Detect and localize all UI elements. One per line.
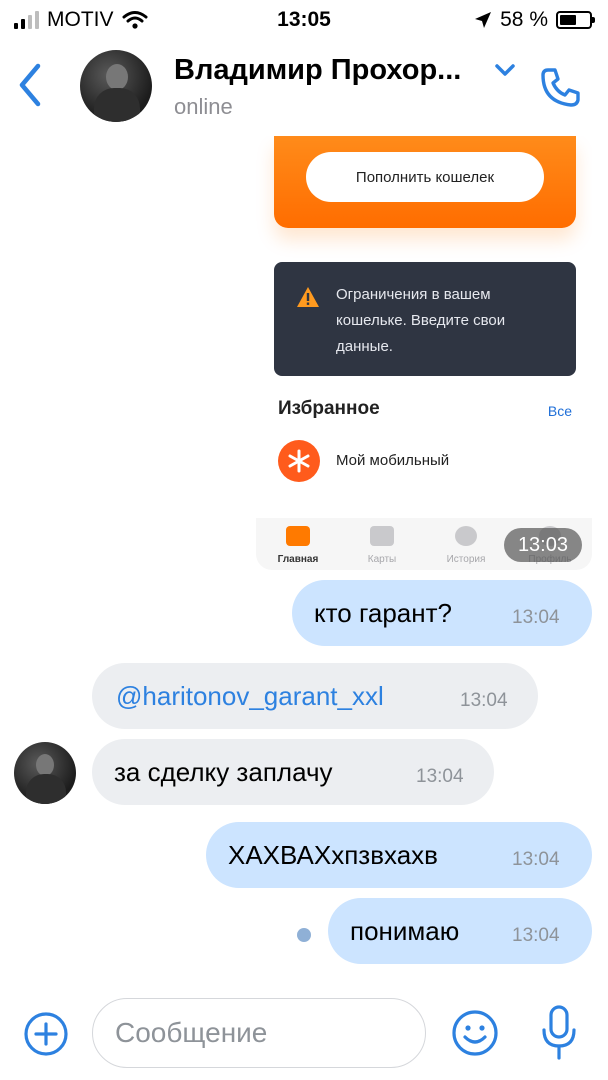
message-text: ХАХВАХхпзвхахв [228,840,438,870]
warning-text: Ограничения в вашем кошельке. Введите св… [336,286,506,355]
message-time: 13:04 [512,607,560,628]
warning-card: Ограничения в вашем кошельке. Введите св… [274,262,576,376]
snowflake-icon [278,440,320,482]
message-composer [0,986,608,1080]
tab-label: История [446,554,486,565]
message-bubble[interactable]: за сделку заплачу 13:04 [92,739,494,805]
tab-history: История [424,518,508,570]
message-bubble[interactable]: кто гарант? 13:04 [292,580,592,646]
message-bubble[interactable]: понимаю 13:04 [328,898,592,964]
favorites-title: Избранное [278,398,380,419]
battery-icon [556,11,595,29]
back-chevron-icon[interactable] [16,62,46,108]
contact-avatar[interactable] [80,50,152,122]
wallet-icon [286,526,310,546]
message-bubble[interactable]: @haritonov_garant_xxl 13:04 [92,663,538,729]
message-time: 13:04 [512,849,560,870]
message-time: 13:04 [460,690,508,711]
message-text: кто гарант? [314,598,452,628]
battery-fill [560,15,577,25]
message-text: понимаю [350,916,460,946]
warning-icon [297,287,319,307]
message-bubble[interactable]: ХАХВАХхпзвхахв 13:04 [206,822,592,888]
topup-button: Пополнить кошелек [306,152,544,202]
message-input[interactable] [92,998,426,1068]
shared-screenshot[interactable]: Пополнить кошелек Ограничения в вашем ко… [256,136,592,570]
wallet-card: Пополнить кошелек [274,136,576,228]
chevron-down-icon[interactable] [494,62,516,78]
tab-home: Главная [256,518,340,570]
microphone-icon[interactable] [540,1004,578,1062]
emoji-icon[interactable] [450,1008,500,1058]
favorite-item-label: Мой мобильный [336,452,450,469]
message-text: за сделку заплачу [114,757,333,787]
status-bar: MOTIV 13:05 58 % [0,0,608,40]
clock-icon [455,526,477,546]
location-arrow-icon [475,12,492,28]
tab-label: Главная [277,554,319,565]
message-time: 13:04 [512,925,560,946]
unread-indicator [297,928,311,942]
favorites-all-link: Все [547,403,572,419]
snowflake-glyph [288,449,310,473]
phone-icon[interactable] [538,64,584,110]
contact-name[interactable]: Владимир Прохор... [174,54,461,87]
sender-avatar[interactable] [14,742,76,804]
contact-status: online [174,94,233,119]
plus-circle-icon[interactable] [22,1010,70,1058]
message-time: 13:04 [416,766,464,787]
card-icon [370,526,394,546]
chat-header: Владимир Прохор... online [0,40,608,132]
battery-percent: 58 % [500,8,548,31]
status-right: 58 % [474,8,595,32]
mention-link[interactable]: @haritonov_garant_xxl [116,663,384,729]
tab-label: Карты [367,554,397,565]
image-timestamp: 13:03 [503,528,582,562]
tab-cards: Карты [340,518,424,570]
